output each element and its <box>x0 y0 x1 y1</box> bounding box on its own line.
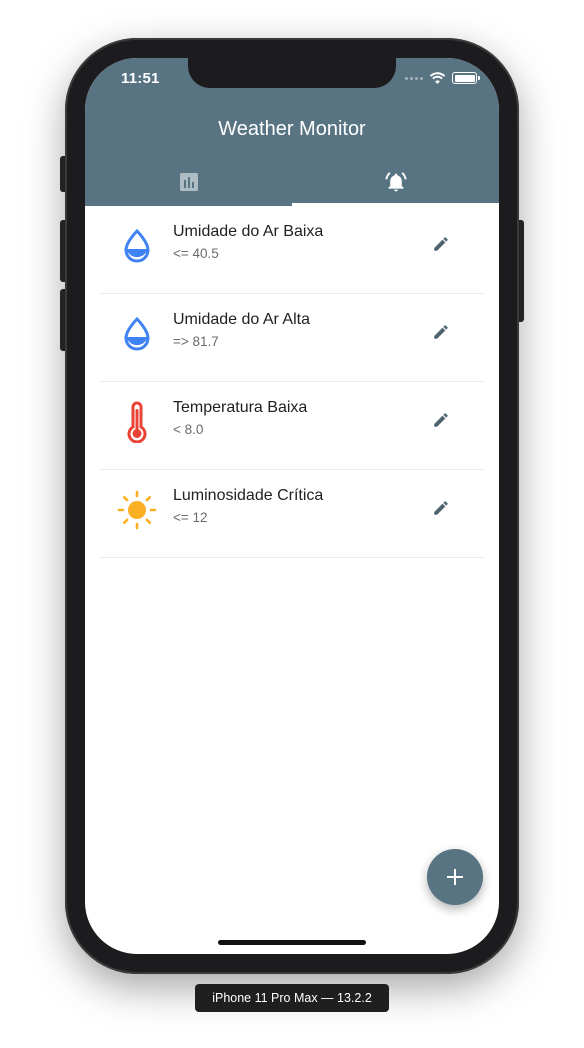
list-item[interactable]: Umidade do Ar Alta => 81.7 <box>99 294 485 382</box>
wifi-icon <box>429 72 446 84</box>
list-item[interactable]: Luminosidade Crítica <= 12 <box>99 470 485 558</box>
alert-condition: => 81.7 <box>173 334 219 349</box>
phone-screen: 11:51 Weather Monitor Umidade do Ar Baix… <box>85 58 499 954</box>
list-item[interactable]: Umidade do Ar Baixa <= 40.5 <box>99 206 485 294</box>
alert-title: Temperatura Baixa <box>173 399 308 416</box>
tab-statistics[interactable] <box>85 158 292 206</box>
edit-button[interactable] <box>421 488 461 528</box>
tab-bar <box>85 158 499 206</box>
edit-button[interactable] <box>421 312 461 352</box>
alert-list: Umidade do Ar Baixa <= 40.5 Umidade do A… <box>99 206 485 558</box>
alarm-bell-icon <box>385 172 406 192</box>
thermometer-icon <box>117 401 157 443</box>
status-time: 11:51 <box>121 70 160 87</box>
notch <box>188 58 396 88</box>
pencil-icon <box>434 501 448 515</box>
water-drop-half-icon <box>117 314 157 354</box>
sun-icon <box>117 490 157 530</box>
alert-condition: <= 12 <box>173 510 208 525</box>
bar-chart-icon <box>179 173 198 191</box>
device-label: iPhone 11 Pro Max — 13.2.2 <box>195 984 389 1012</box>
list-item[interactable]: Temperatura Baixa < 8.0 <box>99 382 485 470</box>
app-title: Weather Monitor <box>218 118 366 140</box>
home-indicator[interactable] <box>218 940 366 945</box>
add-alert-button[interactable] <box>427 849 483 905</box>
battery-icon <box>452 72 480 84</box>
edit-button[interactable] <box>421 224 461 264</box>
plus-icon <box>447 869 463 885</box>
pencil-icon <box>434 325 448 339</box>
cellular-signal-icon <box>405 76 423 80</box>
alert-condition: < 8.0 <box>173 422 204 437</box>
water-drop-half-icon <box>117 226 157 266</box>
alert-condition: <= 40.5 <box>173 246 219 261</box>
pencil-icon <box>434 413 448 427</box>
alert-title: Umidade do Ar Baixa <box>173 223 324 240</box>
pencil-icon <box>434 237 448 251</box>
status-icons <box>405 72 480 84</box>
edit-button[interactable] <box>421 400 461 440</box>
simulator-stage: 11:51 Weather Monitor Umidade do Ar Baix… <box>0 0 584 1048</box>
alert-title: Luminosidade Crítica <box>173 487 324 504</box>
alert-title: Umidade do Ar Alta <box>173 311 310 328</box>
tab-alerts[interactable] <box>292 158 499 206</box>
